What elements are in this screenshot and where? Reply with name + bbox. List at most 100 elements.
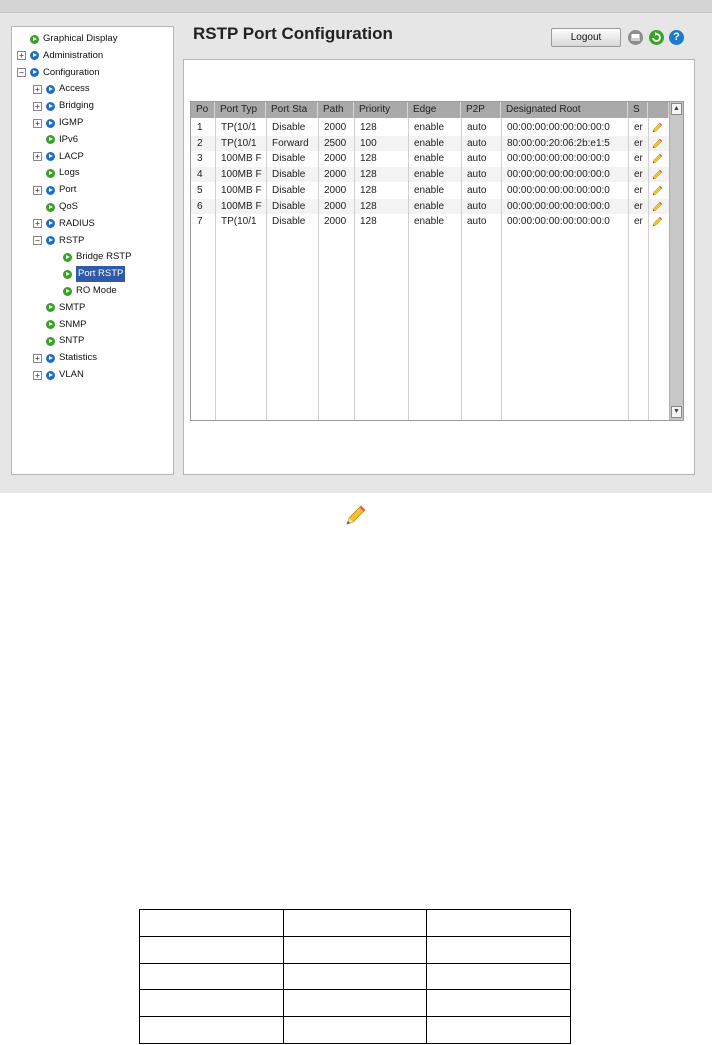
table-cell: 00:00:00:00:00:00:00:0 <box>507 200 610 212</box>
sidebar-item-bridging[interactable]: + Bridging <box>33 98 94 114</box>
table-cell: enable <box>414 153 445 165</box>
sidebar-item-igmp[interactable]: + IGMP <box>33 115 83 131</box>
column-header[interactable]: Port Sta <box>266 102 318 118</box>
edit-pencil-icon[interactable] <box>652 201 663 212</box>
node-icon <box>46 152 55 162</box>
column-header[interactable]: P2P <box>461 102 501 118</box>
table-row[interactable]: 3 100MB F Disable 2000 128 enable auto 00:00:00… <box>191 151 669 166</box>
edit-pencil-icon[interactable] <box>652 169 663 180</box>
scroll-down-button[interactable]: ▼ <box>671 406 682 418</box>
node-icon <box>46 219 55 229</box>
sidebar-item-sntp[interactable]: SNTP <box>46 333 84 349</box>
table-cell: 2000 <box>324 169 347 181</box>
expand-icon[interactable]: + <box>17 51 26 61</box>
table-row[interactable]: 4 100MB F Disable 2000 128 enable auto 00:00:00… <box>191 167 669 183</box>
table-cell: auto <box>467 216 487 228</box>
collapse-icon[interactable]: − <box>33 236 42 246</box>
expand-icon[interactable]: + <box>33 84 42 94</box>
table-scrollbar[interactable]: ▲ ▼ <box>669 102 683 420</box>
edit-pencil-icon[interactable] <box>652 216 663 227</box>
sidebar-item-snmp[interactable]: SNMP <box>46 317 86 333</box>
column-header[interactable]: Priority <box>354 102 408 118</box>
table-cell: 100 <box>360 137 377 149</box>
sidebar-item-rstp[interactable]: − RSTP <box>33 233 84 249</box>
node-icon <box>63 252 72 262</box>
table-cell: 128 <box>360 200 377 212</box>
table-row[interactable]: 7 TP(10/1 Disable 2000 128 enable auto 00:00:00… <box>191 214 669 229</box>
expand-icon[interactable]: + <box>33 219 42 229</box>
sidebar-item-access[interactable]: + Access <box>33 81 90 97</box>
sidebar-item-logs[interactable]: Logs <box>46 165 80 181</box>
node-icon <box>30 34 39 44</box>
sidebar-item-qos[interactable]: QoS <box>46 199 78 215</box>
app-window: Graphical Display + Administration − Configu… <box>0 0 712 493</box>
sidebar-item-configuration[interactable]: − Configuration <box>17 65 100 81</box>
collapse-icon[interactable]: − <box>17 68 26 78</box>
sidebar-item-bridge-rstp[interactable]: Bridge RSTP <box>63 249 131 265</box>
window-top-bar <box>0 0 712 13</box>
table-row[interactable]: 1 TP(10/1 Disable 2000 128 enable auto 00:00:00… <box>191 120 669 135</box>
table-cell: enable <box>414 137 445 149</box>
column-header[interactable]: Edge <box>408 102 461 118</box>
column-header[interactable]: Po <box>191 102 215 118</box>
sidebar-item-statistics[interactable]: + Statistics <box>33 350 97 366</box>
expand-icon[interactable]: + <box>33 185 42 195</box>
table-cell: 5 <box>197 184 203 196</box>
table-cell: auto <box>467 122 487 133</box>
sidebar-item-label: VLAN <box>59 369 84 380</box>
table-cell: auto <box>467 169 487 181</box>
table-cell <box>282 1016 428 1044</box>
empty-reference-table <box>139 909 571 1044</box>
table-cell: auto <box>467 184 487 196</box>
column-divider <box>215 118 216 420</box>
table-row[interactable]: 5 100MB F Disable 2000 128 enable auto 00:00:00… <box>191 183 669 198</box>
expand-icon[interactable]: + <box>33 353 42 363</box>
sidebar-item-lacp[interactable]: + LACP <box>33 149 84 165</box>
sidebar-item-port[interactable]: + Port <box>33 182 76 198</box>
column-header[interactable]: Designated Root <box>501 102 628 118</box>
node-icon <box>30 51 39 61</box>
sidebar-item-port-rstp[interactable]: Port RSTP <box>63 266 126 283</box>
sidebar-item-administration[interactable]: + Administration <box>17 48 103 64</box>
sidebar-item-ipv6[interactable]: IPv6 <box>46 132 78 148</box>
refresh-icon[interactable] <box>649 30 664 45</box>
scroll-up-button[interactable]: ▲ <box>671 103 682 115</box>
edit-pencil-icon[interactable] <box>652 153 663 164</box>
sidebar-item-label: Bridge RSTP <box>76 251 132 263</box>
sidebar-item-label: Configuration <box>43 66 100 78</box>
expand-icon[interactable]: + <box>33 118 42 128</box>
node-icon <box>46 84 55 94</box>
logout-button[interactable]: Logout <box>551 28 621 47</box>
sidebar-item-smtp[interactable]: SMTP <box>46 300 85 316</box>
sidebar-item-ro-mode[interactable]: RO Mode <box>63 283 117 299</box>
column-header[interactable] <box>648 102 669 118</box>
table-cell: 100MB F <box>221 200 262 212</box>
expand-icon[interactable]: + <box>33 370 42 380</box>
table-row[interactable]: 2 TP(10/1 Forward 2500 100 enable auto 80:00:00… <box>191 135 669 151</box>
column-header[interactable]: Path <box>318 102 354 118</box>
expand-icon[interactable]: + <box>33 101 42 111</box>
edit-pencil-icon[interactable] <box>652 122 663 133</box>
edit-pencil-icon[interactable] <box>652 138 663 149</box>
print-icon[interactable] <box>628 30 643 45</box>
sidebar-item-label: Port RSTP <box>76 266 126 283</box>
edit-pencil-icon[interactable] <box>652 185 663 196</box>
table-cell <box>282 909 428 937</box>
table-cell: 6 <box>197 200 203 212</box>
column-header[interactable]: Port Typ <box>215 102 266 118</box>
table-cell: auto <box>467 200 487 212</box>
help-icon[interactable]: ? <box>669 30 684 45</box>
node-icon <box>46 185 55 195</box>
node-icon <box>46 370 55 380</box>
sidebar-item-label: Port <box>59 184 77 196</box>
sidebar-item-graphical-display[interactable]: Graphical Display <box>30 31 117 47</box>
table-cell: enable <box>414 169 445 181</box>
column-header[interactable]: S <box>628 102 648 118</box>
sidebar-item-vlan[interactable]: + VLAN <box>33 367 84 383</box>
expand-icon[interactable]: + <box>33 152 42 162</box>
table-cell <box>282 989 428 1018</box>
sidebar-item-radius[interactable]: + RADIUS <box>33 216 95 232</box>
table-row[interactable]: 6 100MB F Disable 2000 128 enable auto 00:00:00… <box>191 198 669 214</box>
table-cell: 00:00:00:00:00:00:00:0 <box>507 169 610 181</box>
sidebar-item-label: Statistics <box>59 352 98 364</box>
